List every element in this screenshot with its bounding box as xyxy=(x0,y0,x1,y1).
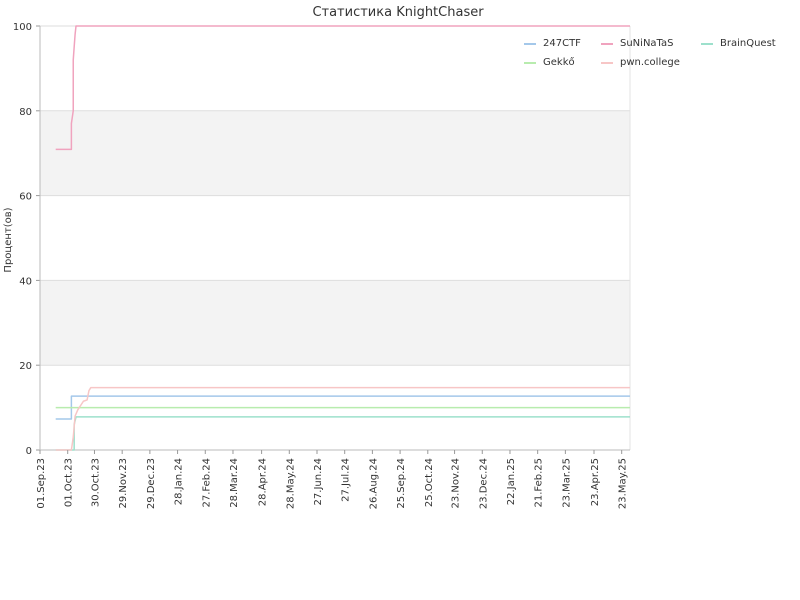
x-tick-label: 28.May.24 xyxy=(285,458,296,509)
x-tick-label: 23.May.25 xyxy=(618,458,629,509)
legend-label: SuNiNaTaS xyxy=(620,38,673,49)
x-tick-label: 26.Aug.24 xyxy=(368,458,379,509)
legend-label: pwn.college xyxy=(620,57,680,68)
x-tick-label: 22.Jan.25 xyxy=(506,458,517,505)
chart: 0 20 40 60 80 100 01.Sep.23 01.Oct.23 30.Oct.23… xyxy=(3,5,776,509)
y-tick-label: 0 xyxy=(26,446,32,457)
x-tick-label: 23.Mar.25 xyxy=(561,458,572,508)
x-tick-label: 29.Nov.23 xyxy=(118,458,129,509)
chart-title: Статистика KnightChaser xyxy=(312,5,484,20)
x-tick-label: 28.Mar.24 xyxy=(229,458,240,508)
axes xyxy=(39,26,631,451)
legend-label: BrainQuest xyxy=(720,38,776,49)
series-line-brainquest xyxy=(55,416,630,451)
x-tick-labels: 01.Sep.23 01.Oct.23 30.Oct.23 29.Nov.23 29.D… xyxy=(36,450,629,509)
x-tick-label: 25.Sep.24 xyxy=(396,458,407,509)
grid-band-1 xyxy=(40,280,630,366)
grid-band-3 xyxy=(40,110,630,196)
grid-lines xyxy=(36,25,630,451)
series-lines xyxy=(55,25,630,451)
x-tick-label: 30.Oct.23 xyxy=(90,458,101,507)
x-tick-label: 28.Apr.24 xyxy=(258,458,269,506)
x-tick-label: 21.Feb.25 xyxy=(534,458,545,508)
x-tick-label: 23.Nov.24 xyxy=(451,458,462,509)
y-tick-label: 40 xyxy=(19,276,32,287)
series-line-pwn-college xyxy=(55,386,630,451)
y-tick-labels: 0 20 40 60 80 100 xyxy=(13,22,32,457)
x-tick-label: 23.Apr.25 xyxy=(590,458,601,506)
y-axis-label: Процент(ов) xyxy=(3,207,14,272)
x-tick-label: 28.Jan.24 xyxy=(174,458,185,505)
x-tick-label: 25.Oct.24 xyxy=(424,458,435,507)
x-tick-label: 01.Sep.23 xyxy=(36,458,47,509)
legend-label: 247CTF xyxy=(543,38,581,49)
y-tick-label: 100 xyxy=(13,22,32,33)
x-tick-label: 29.Dec.23 xyxy=(146,458,157,509)
legend-label: Gekkő xyxy=(543,56,575,68)
y-tick-label: 80 xyxy=(19,107,32,118)
x-tick-label: 27.Feb.24 xyxy=(201,458,212,508)
x-tick-label: 27.Jul.24 xyxy=(341,458,352,502)
y-tick-label: 60 xyxy=(19,192,32,203)
legend: 247CTF SuNiNaTaS BrainQuest Gekkő pwn.colleg… xyxy=(524,38,776,68)
x-tick-label: 27.Jun.24 xyxy=(313,458,324,505)
y-tick-label: 20 xyxy=(19,361,32,372)
x-tick-label: 23.Dec.24 xyxy=(478,458,489,509)
grid-bands xyxy=(40,110,630,366)
x-tick-label: 01.Oct.23 xyxy=(64,458,75,507)
